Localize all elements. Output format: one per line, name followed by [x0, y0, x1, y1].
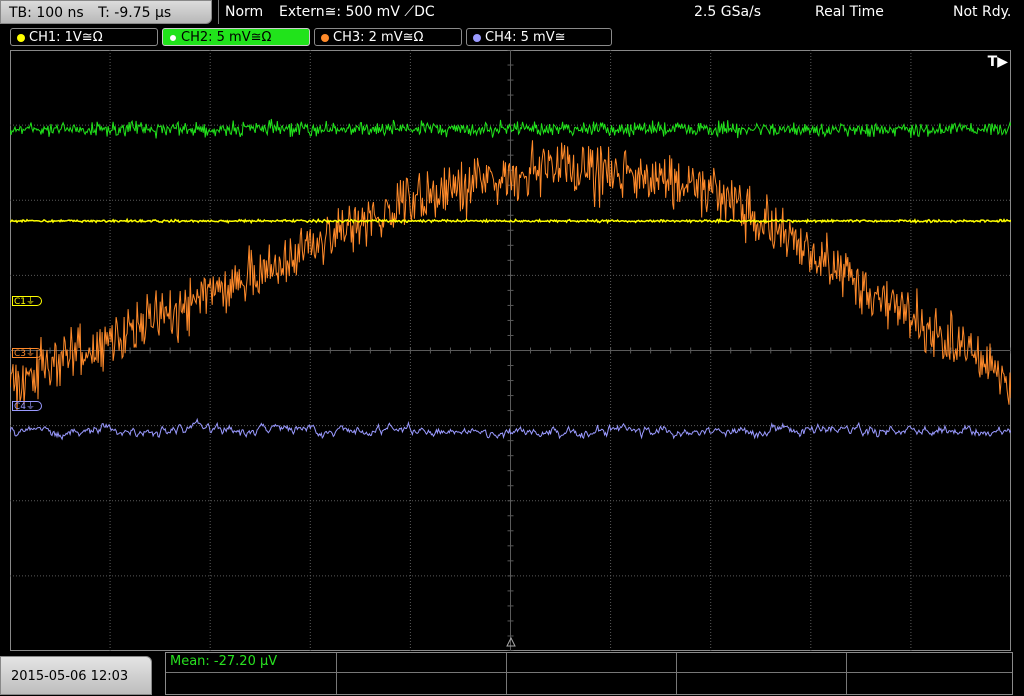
ch1-ground-marker[interactable]: C1⏚ [12, 296, 43, 307]
tab-ch4[interactable]: CH4: 5 mV≅ [466, 28, 612, 46]
graticule [10, 50, 1011, 651]
measurement-divider [336, 653, 337, 694]
ch4-label: CH4: 5 mV≅ [485, 30, 566, 45]
channel-bar: CH1: 1V≅Ω CH2: 5 mV≅Ω CH3: 2 mV≅Ω CH4: 5… [0, 26, 1024, 48]
measurement-panel[interactable]: Mean: -27.20 µV [165, 652, 1013, 695]
measurement-divider [676, 653, 677, 694]
tab-ch2[interactable]: CH2: 5 mV≅Ω [162, 28, 310, 46]
ch3-ground-marker[interactable]: C3⏚ [12, 348, 43, 359]
timebase-box[interactable]: TB: 100 ns T: -9.75 µs [0, 0, 212, 24]
trigger-mode: Norm [225, 4, 264, 20]
ch2-label: CH2: 5 mV≅Ω [181, 30, 272, 45]
ch2-color-dot [169, 34, 177, 42]
trigger-info[interactable]: Norm Extern≅: 500 mV ⟋DC 2.5 GSa/s Real … [218, 0, 1024, 24]
ch1-color-dot [17, 34, 25, 42]
trigger-time-value: T: -9.75 µs [98, 5, 172, 21]
ch3-color-dot [321, 34, 329, 42]
status-bar: TB: 100 ns T: -9.75 µs Norm Extern≅: 500… [0, 0, 1024, 26]
measurement-divider [166, 672, 1012, 673]
waveform-display[interactable] [10, 50, 1011, 651]
acquisition-mode: Real Time [815, 4, 884, 20]
datetime-display: 2015-05-06 12:03 [0, 656, 152, 695]
tab-ch1[interactable]: CH1: 1V≅Ω [10, 28, 158, 46]
measurement-divider [506, 653, 507, 694]
sample-rate: 2.5 GSa/s [694, 4, 762, 20]
ch4-ground-marker[interactable]: C4⏚ [12, 401, 43, 412]
timebase-value: TB: 100 ns [9, 5, 84, 21]
ch1-label: CH1: 1V≅Ω [29, 30, 103, 45]
acquisition-status: Not Rdy. [953, 4, 1012, 20]
footer-bar: 2015-05-06 12:03 Mean: -27.20 µV [0, 652, 1024, 695]
ch4-color-dot [473, 34, 481, 42]
ch3-label: CH3: 2 mV≅Ω [333, 30, 424, 45]
trigger-level-marker[interactable]: T▶ [988, 54, 1008, 70]
tab-ch3[interactable]: CH3: 2 mV≅Ω [314, 28, 462, 46]
measurement-divider [846, 653, 847, 694]
trigger-source: Extern≅: 500 mV ⟋DC [279, 4, 435, 20]
mean-measurement: Mean: -27.20 µV [170, 654, 278, 669]
